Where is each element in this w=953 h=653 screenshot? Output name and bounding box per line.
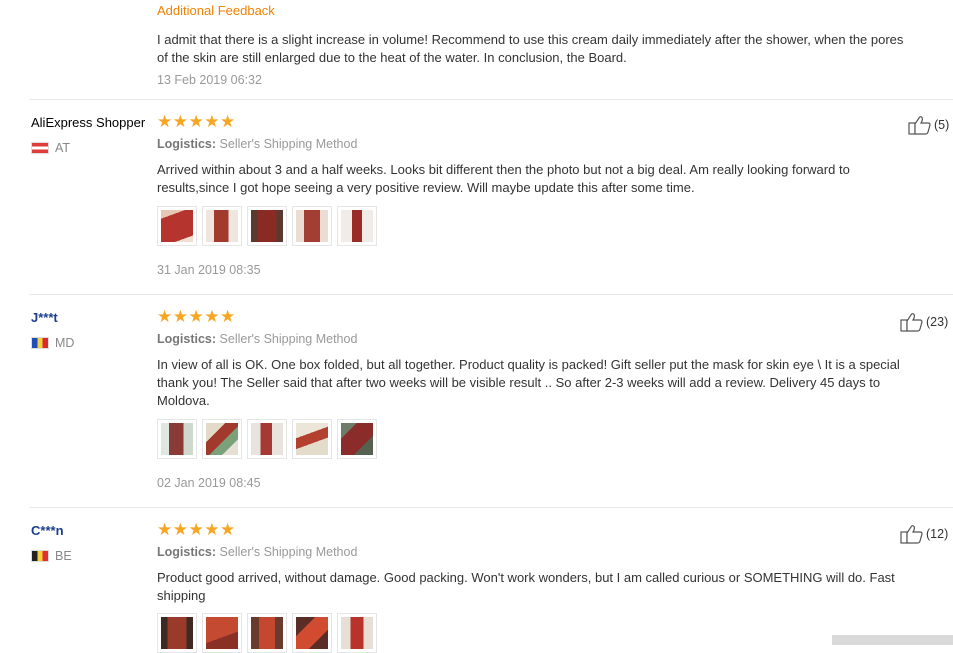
review-text: In view of all is OK. One box folded, bu… xyxy=(157,356,947,410)
star-rating: ★★★★★ xyxy=(157,112,236,131)
flag-icon xyxy=(31,337,49,349)
reviewer-country: MD xyxy=(31,336,74,350)
helpful-button[interactable]: (5) xyxy=(908,115,949,135)
review-date: 02 Jan 2019 08:45 xyxy=(157,476,261,490)
flag-icon xyxy=(31,142,49,154)
review-text: Arrived within about 3 and a half weeks.… xyxy=(157,161,947,197)
text-line: results,since I got hope seeing a very p… xyxy=(157,180,695,195)
text-line: Moldova. xyxy=(157,393,210,408)
product-photo-thumbnail[interactable] xyxy=(157,206,197,246)
helpful-button[interactable]: (23) xyxy=(900,312,948,332)
horizontal-scrollbar[interactable] xyxy=(832,635,953,645)
product-photo-thumbnail[interactable] xyxy=(292,206,332,246)
reviewer-country: AT xyxy=(31,141,70,155)
logistics-label: Logistics: xyxy=(157,137,217,151)
logistics-info: Logistics: Seller's Shipping Method xyxy=(157,332,357,346)
text-line: of the skin are still enlarged due to th… xyxy=(157,50,627,65)
logistics-info: Logistics: Seller's Shipping Method xyxy=(157,137,357,151)
product-photo-thumbnail[interactable] xyxy=(337,419,377,459)
review-date: 13 Feb 2019 06:32 xyxy=(157,73,262,87)
country-code: AT xyxy=(55,141,71,155)
review-text: Product good arrived, without damage. Go… xyxy=(157,569,947,605)
review-photos xyxy=(157,613,377,653)
product-photo-thumbnail[interactable] xyxy=(247,206,287,246)
logistics-label: Logistics: xyxy=(157,332,217,346)
text-line: shipping xyxy=(157,588,206,603)
product-photo-thumbnail[interactable] xyxy=(247,613,287,653)
helpful-button[interactable]: (12) xyxy=(900,524,948,544)
helpful-count: (23) xyxy=(926,315,949,329)
text-line: Arrived within about 3 and a half weeks.… xyxy=(157,162,850,177)
review-separator xyxy=(30,294,953,295)
product-photo-thumbnail[interactable] xyxy=(157,613,197,653)
country-code: BE xyxy=(55,549,72,563)
text-line: I admit that there is a slight increase … xyxy=(157,32,904,47)
text-line: Product good arrived, without damage. Go… xyxy=(157,570,895,585)
helpful-count: (5) xyxy=(934,118,950,132)
logistics-value: Seller's Shipping Method xyxy=(219,545,358,559)
flag-icon xyxy=(31,550,49,562)
review-photos xyxy=(157,206,377,246)
logistics-value: Seller's Shipping Method xyxy=(219,137,358,151)
logistics-info: Logistics: Seller's Shipping Method xyxy=(157,545,357,559)
country-code: MD xyxy=(55,336,75,350)
review-photos xyxy=(157,419,377,459)
logistics-label: Logistics: xyxy=(157,545,217,559)
additional-feedback-label: Additional Feedback xyxy=(157,3,275,18)
review-separator xyxy=(30,507,953,508)
helpful-count: (12) xyxy=(926,527,949,541)
reviewer-name[interactable]: C***n xyxy=(31,523,64,538)
thumbs-up-icon xyxy=(908,116,931,135)
product-photo-thumbnail[interactable] xyxy=(337,613,377,653)
product-photo-thumbnail[interactable] xyxy=(202,613,242,653)
star-rating: ★★★★★ xyxy=(157,307,236,326)
product-photo-thumbnail[interactable] xyxy=(247,419,287,459)
review-separator xyxy=(30,99,953,100)
product-photo-thumbnail[interactable] xyxy=(337,206,377,246)
product-photo-thumbnail[interactable] xyxy=(157,419,197,459)
text-line: In view of all is OK. One box folded, bu… xyxy=(157,357,900,372)
logistics-value: Seller's Shipping Method xyxy=(219,332,358,346)
thumbs-up-icon xyxy=(900,525,923,544)
reviewer-name[interactable]: J***t xyxy=(31,310,58,325)
product-photo-thumbnail[interactable] xyxy=(292,613,332,653)
reviewer-country: BE xyxy=(31,549,72,563)
product-photo-thumbnail[interactable] xyxy=(292,419,332,459)
thumbs-up-icon xyxy=(900,313,923,332)
review-date: 31 Jan 2019 08:35 xyxy=(157,263,261,277)
star-rating: ★★★★★ xyxy=(157,520,236,539)
text-line: thank you! The Seller said that after tw… xyxy=(157,375,881,390)
product-photo-thumbnail[interactable] xyxy=(202,206,242,246)
reviewer-name: AliExpress Shopper xyxy=(31,115,146,130)
additional-feedback-text: I admit that there is a slight increase … xyxy=(157,31,947,67)
product-photo-thumbnail[interactable] xyxy=(202,419,242,459)
